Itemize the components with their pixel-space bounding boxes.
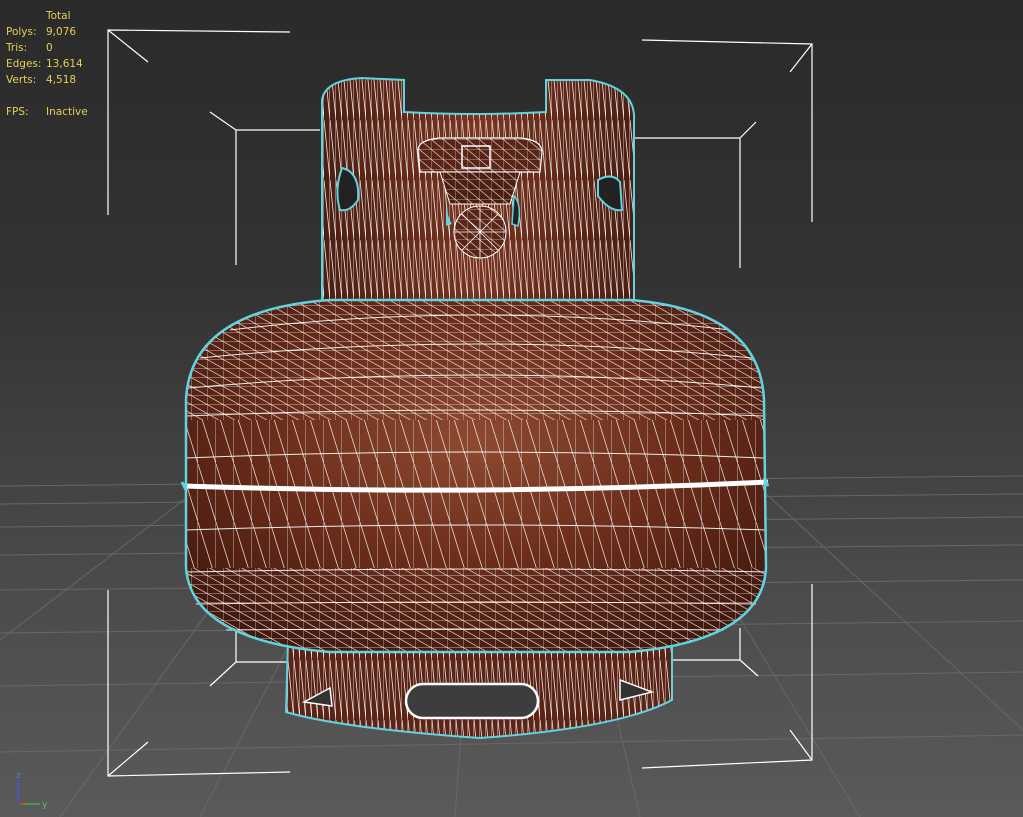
foot-ring-slot (404, 682, 540, 720)
axis-y-label: y (42, 800, 48, 810)
scene-view (0, 29, 1023, 817)
axis-z-label: z (16, 771, 21, 781)
cylinder-body (180, 298, 770, 654)
perspective-viewport[interactable]: Total Polys: 9,076 Tris: 0 Edges: 13,614 Ve… (0, 0, 1023, 817)
axis-gizmo: z y (16, 771, 48, 810)
cylinder-collar (321, 76, 636, 311)
cylinder-foot-ring (284, 639, 673, 740)
